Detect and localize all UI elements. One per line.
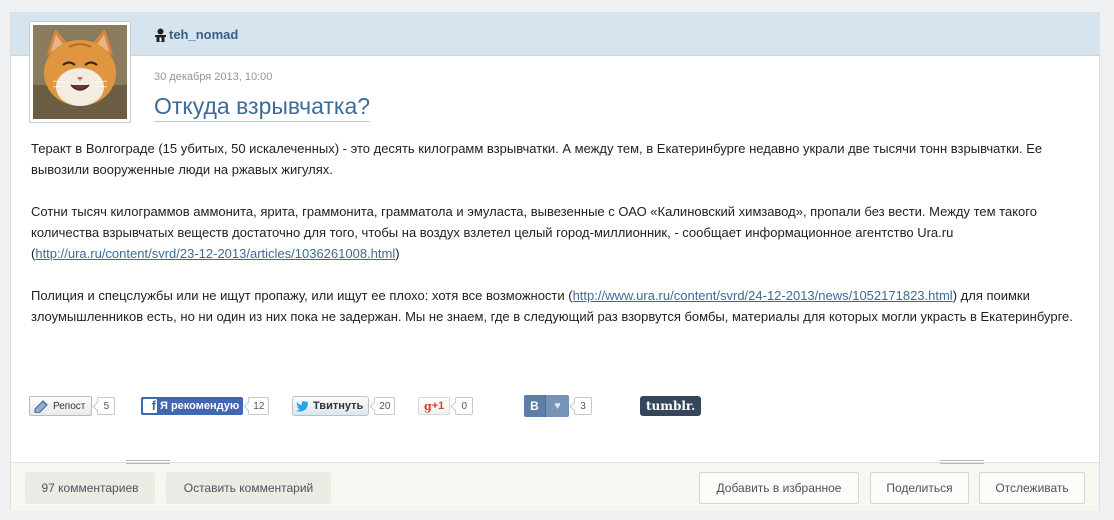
facebook-icon: f (143, 399, 157, 413)
gplus-label: +1 (431, 400, 445, 412)
paragraph-text: ) (395, 246, 400, 261)
gplus-button[interactable]: g +1 (418, 397, 451, 415)
vk-like-button[interactable]: В ♥ (524, 395, 569, 417)
twitter-widget: Твитнуть 20 (292, 396, 396, 416)
vk-logo: В (524, 395, 545, 417)
cat-avatar-image (33, 25, 127, 119)
post-card: teh_nomad 30 декабря 2013, 10:00 Откуда … (10, 12, 1100, 511)
source-link[interactable]: http://ura.ru/content/svrd/23-12-2013/ar… (35, 246, 395, 261)
post-paragraph: Сотни тысяч килограммов аммонита, ярита,… (31, 201, 1091, 264)
post-body: Теракт в Волгограде (15 убитых, 50 искал… (31, 138, 1091, 348)
add-favorite-button[interactable]: Добавить в избранное (699, 472, 859, 504)
post-footer: 97 комментариев Оставить комментарий Доб… (11, 460, 1099, 511)
vk-count: 3 (574, 397, 592, 415)
facebook-recommend-button[interactable]: f Я рекомендую (141, 397, 244, 415)
tweet-button[interactable]: Твитнуть (292, 396, 370, 416)
gplus-widget: g +1 0 (418, 396, 474, 416)
repost-button[interactable]: Репост (29, 396, 93, 416)
twitter-count: 20 (374, 397, 396, 415)
author-name: teh_nomad (169, 27, 239, 42)
track-button[interactable]: Отслеживать (979, 472, 1085, 504)
avatar[interactable] (29, 21, 131, 123)
facebook-count: 12 (248, 397, 270, 415)
gplus-count: 0 (455, 397, 474, 415)
facebook-label: Я рекомендую (160, 400, 240, 412)
post-title[interactable]: Откуда взрывчатка? (154, 93, 371, 122)
gplus-icon: g (424, 399, 432, 413)
repost-widget: Репост 5 (29, 396, 116, 416)
post-date: 30 декабря 2013, 10:00 (154, 71, 273, 83)
paragraph-text: Полиция и спецслужбы или не ищут пропажу… (31, 288, 573, 303)
post-paragraph: Полиция и спецслужбы или не ищут пропажу… (31, 285, 1091, 327)
comments-count-button[interactable]: 97 комментариев (25, 472, 155, 504)
user-icon (155, 28, 166, 42)
vk-widget: В ♥ 3 (524, 395, 592, 417)
twitter-label: Твитнуть (313, 400, 364, 412)
facebook-widget: f Я рекомендую 12 (141, 396, 270, 416)
author-link[interactable]: teh_nomad (154, 27, 238, 42)
resize-grip[interactable] (940, 460, 984, 464)
leave-comment-button[interactable]: Оставить комментарий (166, 472, 331, 504)
repost-count: 5 (97, 397, 116, 415)
pencil-icon (34, 399, 48, 413)
heart-icon: ♥ (545, 395, 569, 417)
share-button[interactable]: Поделиться (870, 472, 969, 504)
resize-grip[interactable] (126, 460, 170, 464)
paragraph-text: Теракт в Волгограде (15 убитых, 50 искал… (31, 141, 1043, 177)
repost-label: Репост (53, 400, 86, 412)
tumblr-widget: tumblr. (640, 396, 702, 416)
twitter-bird-icon (296, 401, 309, 412)
post-paragraph: Теракт в Волгограде (15 убитых, 50 искал… (31, 138, 1091, 180)
tumblr-button[interactable]: tumblr. (640, 396, 702, 416)
source-link[interactable]: http://www.ura.ru/content/svrd/24-12-201… (573, 288, 953, 303)
